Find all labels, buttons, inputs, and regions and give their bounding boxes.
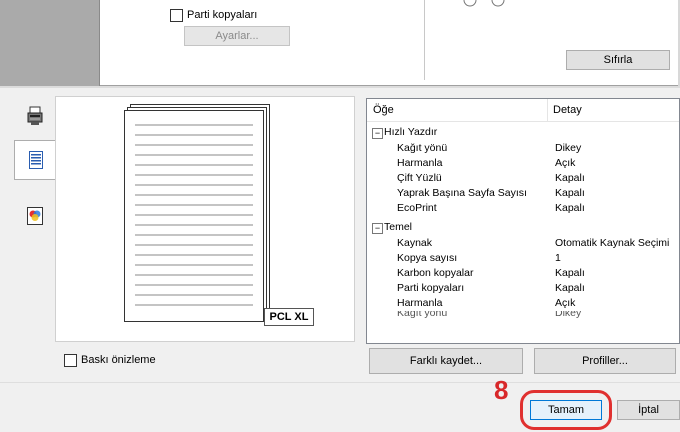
collate-checkbox[interactable] — [170, 9, 183, 22]
tab-layout[interactable] — [14, 140, 56, 180]
table-row[interactable]: Harmanla Açık — [367, 156, 679, 171]
table-row[interactable]: Parti kopyaları Kapalı — [367, 281, 679, 296]
paper-sheet-front — [124, 110, 264, 322]
step-number: 8 — [494, 375, 509, 405]
print-preview-checkbox[interactable] — [64, 354, 77, 367]
profiles-button[interactable]: Profiller... — [534, 348, 676, 374]
group-row-basic[interactable]: − Temel — [367, 220, 679, 235]
save-as-button[interactable]: Farklı kaydet... — [369, 348, 523, 374]
partial-radio-icons — [463, 0, 505, 7]
table-row[interactable]: Çift Yüzlü Kapalı — [367, 171, 679, 186]
table-row[interactable]: Kopya sayısı 1 — [367, 251, 679, 266]
paper-stack-preview — [124, 104, 270, 322]
cancel-button[interactable]: İptal — [617, 400, 680, 420]
column-divider — [547, 99, 548, 121]
collapse-icon[interactable]: − — [372, 128, 383, 139]
printer-icon — [27, 106, 43, 125]
table-row[interactable]: Karbon kopyalar Kapalı — [367, 266, 679, 281]
top-divider — [424, 0, 425, 80]
paper-text-lines — [135, 124, 253, 306]
table-row[interactable]: Yaprak Başına Sayfa Sayısı Kapalı — [367, 186, 679, 201]
group-row-quick-print[interactable]: − Hızlı Yazdır — [367, 125, 679, 140]
print-preview-label: Baskı önizleme — [81, 354, 156, 366]
vertical-tab-strip — [14, 96, 56, 342]
collapse-icon[interactable]: − — [372, 223, 383, 234]
settings-summary-table[interactable]: Öğe Detay − Hızlı Yazdır Kağıt yönü Dike… — [366, 98, 680, 344]
table-row[interactable]: Kaynak Otomatik Kaynak Seçimi — [367, 236, 679, 251]
top-left-gray-block — [0, 0, 100, 86]
section-separator — [0, 86, 680, 88]
color-icon — [27, 207, 43, 225]
page-layout-icon — [28, 151, 43, 169]
collate-label: Parti kopyaları — [187, 9, 258, 21]
column-header-item[interactable]: Öğe — [373, 99, 547, 122]
tab-printer[interactable] — [14, 96, 56, 136]
reset-button[interactable]: Sıfırla — [566, 50, 670, 70]
header-underline — [367, 121, 679, 122]
tab-color[interactable] — [14, 196, 56, 236]
table-row[interactable]: EcoPrint Kapalı — [367, 201, 679, 216]
table-row-partial[interactable]: Kağıt yönü Dikey — [367, 311, 679, 319]
column-header-detail[interactable]: Detay — [553, 99, 673, 122]
ok-button-highlight-ring — [520, 390, 612, 430]
table-row[interactable]: Kağıt yönü Dikey — [367, 141, 679, 156]
pdl-badge: PCL XL — [264, 308, 314, 326]
footer-separator — [0, 382, 680, 383]
settings-button[interactable]: Ayarlar... — [184, 26, 290, 46]
table-row[interactable]: Harmanla Açık — [367, 296, 679, 311]
